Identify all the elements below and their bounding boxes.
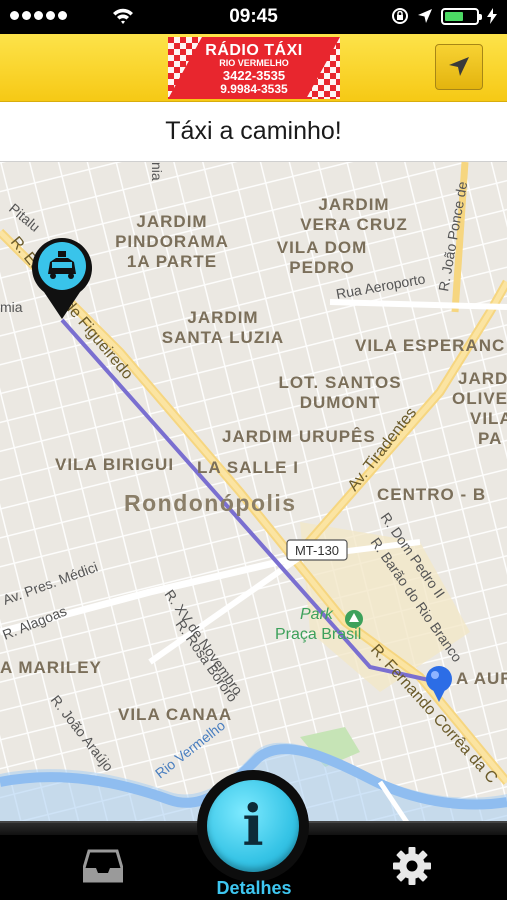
status-bar: 09:45 (0, 0, 507, 34)
label-la-salle: LA SALLE I (197, 458, 299, 477)
label-praca-brasil: Praça Brasil (275, 626, 361, 643)
map-view[interactable]: MT-130 JARDIM PINDORAMA 1A PARTE JARDIM VER… (0, 162, 507, 827)
label-centro: CENTRO - B (377, 485, 486, 504)
my-location-button[interactable] (435, 44, 483, 90)
label-vila-esperanca: VILA ESPERANC (355, 336, 505, 355)
label-a-aur: A AUR (456, 669, 507, 688)
inbox-tray-icon[interactable] (83, 848, 123, 884)
street-nia: nia (149, 162, 165, 181)
details-button[interactable]: i (197, 770, 309, 882)
navigation-arrow-icon (449, 57, 469, 76)
logo-subtitle: RIO VERMELHO (219, 58, 289, 68)
logo-phone-2: 9.9984-3535 (220, 82, 288, 96)
label-vila-dom-pedro: VILA DOM PEDRO (277, 238, 367, 277)
label-city: Rondonópolis (124, 490, 297, 516)
label-park: Park (300, 606, 334, 623)
label-mariley: A MARILEY (0, 658, 102, 677)
label-jardim-urupes: JARDIM URUPÊS (222, 427, 376, 446)
map-canvas[interactable]: MT-130 JARDIM PINDORAMA 1A PARTE JARDIM VER… (0, 162, 507, 827)
info-icon: i (207, 780, 299, 872)
highway-shield: MT-130 (286, 539, 348, 561)
svg-text:MT-130: MT-130 (295, 543, 339, 558)
charging-bolt-icon (487, 8, 497, 24)
ride-status-text: Táxi a caminho! (165, 117, 342, 145)
battery-icon (441, 7, 482, 25)
details-tab-label[interactable]: Detalhes (190, 878, 318, 899)
location-services-icon (418, 9, 432, 23)
gear-icon[interactable] (392, 846, 432, 886)
ride-status-banner: Táxi a caminho! (0, 102, 507, 162)
rotation-lock-icon (392, 8, 408, 24)
app-header: RÁDIO TÁXI RIO VERMELHO 3422-3535 9.9984… (0, 34, 507, 102)
radio-taxi-logo: RÁDIO TÁXI RIO VERMELHO 3422-3535 9.9984… (168, 37, 340, 99)
street-mia: mia (0, 299, 23, 315)
label-jardim-olive: JARD OLIVE (452, 369, 507, 408)
label-vila-birigui: VILA BIRIGUI (55, 455, 174, 474)
logo-phone-1: 3422-3535 (222, 68, 286, 83)
